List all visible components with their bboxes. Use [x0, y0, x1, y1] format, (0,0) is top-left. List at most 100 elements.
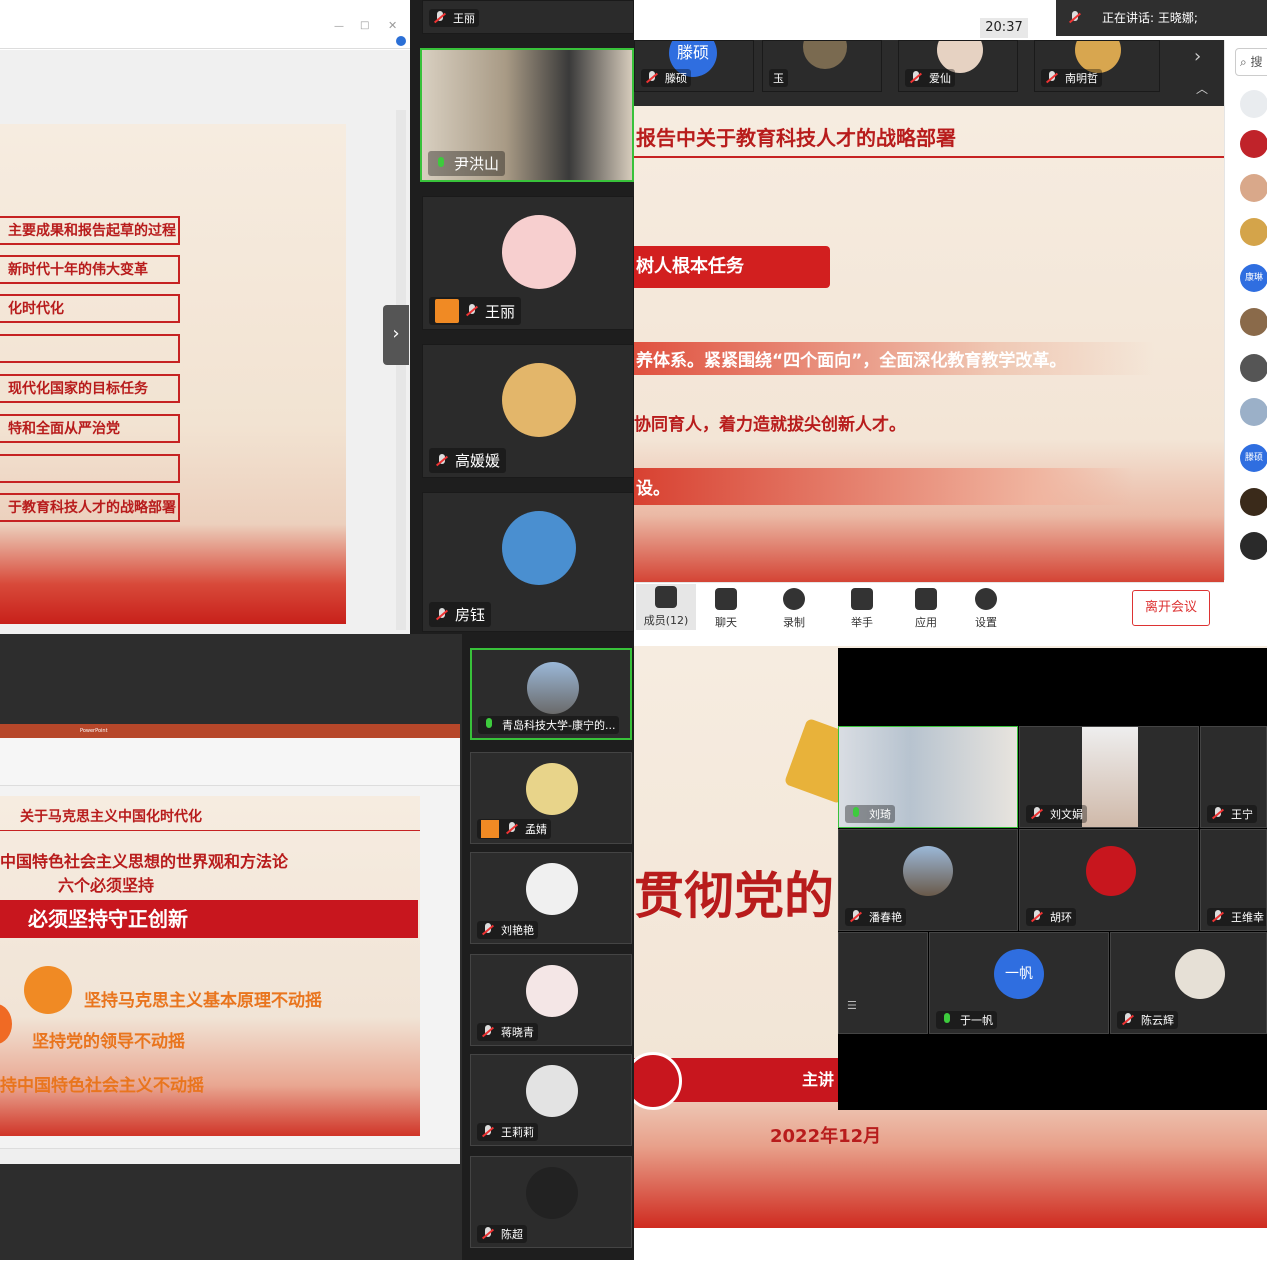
participant-tile[interactable]: 一帆 于一帆: [929, 932, 1109, 1034]
scrollbar[interactable]: [396, 110, 406, 630]
slide: 报告中关于教育科技人才的战略部署 树人根本任务 养体系。紧紧围绕“四个面向”，全…: [634, 106, 1224, 582]
avatar[interactable]: [1240, 354, 1267, 382]
chevron-right-icon[interactable]: ›: [1194, 46, 1201, 67]
participant-tile[interactable]: ☰: [838, 932, 928, 1034]
point-icon: [24, 966, 72, 1014]
avatar[interactable]: [1240, 90, 1267, 118]
title-underline: [634, 156, 1224, 158]
slide-title: 关于马克思主义中国化时代化: [20, 809, 202, 825]
avatar[interactable]: [1240, 218, 1267, 246]
avatar[interactable]: 滕硕: [1240, 444, 1267, 472]
settings-button[interactable]: 设置: [956, 586, 1016, 630]
slide-line: 养体系。紧紧围绕“四个面向”，全面深化教育教学改革。: [634, 342, 1154, 375]
apps-button[interactable]: 应用: [896, 586, 956, 630]
point-icon: [0, 1004, 12, 1044]
participant-tile[interactable]: 王宁: [1200, 726, 1267, 828]
participant-name: 刘艳艳: [501, 924, 534, 937]
participant-tile[interactable]: 刘文娟: [1019, 726, 1199, 828]
list-icon[interactable]: ☰: [847, 999, 857, 1012]
avatar[interactable]: [1240, 398, 1267, 426]
participant-tile[interactable]: 陈超: [470, 1156, 632, 1248]
mic-muted-icon: [1045, 71, 1059, 85]
thumb-tile[interactable]: 玉: [762, 40, 882, 92]
person-icon: [435, 299, 459, 323]
participant-name: 于一帆: [960, 1014, 993, 1027]
quadrant-bottom-right: 贯彻党的 主讲 2022年12月 刘琦 刘文娟 王宁 潘春艳 胡环 王维幸 ☰: [634, 634, 1267, 1267]
mic-muted-icon: [645, 71, 659, 85]
help-icon[interactable]: [396, 36, 406, 46]
participant-name: 蒋晓青: [501, 1026, 534, 1039]
record-button[interactable]: 录制: [764, 586, 824, 630]
participant-tile[interactable]: 孟婧: [470, 752, 632, 844]
avatar: [526, 763, 578, 815]
quadrant-top-right: 20:37 正在讲话: 王晓娜; 滕硕 滕硕 玉 爱仙 南明哲 › ︿ 报告中关…: [634, 0, 1267, 634]
participant-tile[interactable]: 王维幸: [1200, 829, 1267, 931]
mic-on-icon: [434, 156, 448, 171]
participant-tile-active[interactable]: 尹洪山: [420, 48, 634, 182]
thumb-tile[interactable]: 爱仙: [898, 40, 1018, 92]
slide-item: [0, 334, 180, 363]
speaking-indicator: 正在讲话: 王晓娜;: [1056, 0, 1267, 36]
mic-muted-icon: [481, 1125, 495, 1139]
avatar: [526, 965, 578, 1017]
avatar: [1086, 846, 1136, 896]
minimize-button[interactable]: —: [334, 21, 344, 32]
apps-icon: [915, 588, 937, 610]
avatar[interactable]: [1240, 488, 1267, 516]
mic-muted-icon: [849, 910, 863, 924]
participant-name: 房钰: [455, 606, 486, 624]
mic-muted-icon: [481, 923, 495, 937]
thumb-tile[interactable]: 南明哲: [1034, 40, 1160, 92]
participant-tile[interactable]: 王丽: [422, 196, 634, 330]
thumb-tile[interactable]: 滕硕 滕硕: [634, 40, 754, 92]
mic-muted-icon: [481, 1227, 495, 1241]
participant-tile[interactable]: 王丽: [422, 0, 634, 34]
avatar[interactable]: [1240, 532, 1267, 560]
slide-item: 主要成果和报告起草的过程: [0, 216, 180, 245]
mic-icon: [1068, 11, 1082, 25]
avatar[interactable]: [1240, 130, 1267, 158]
participant-tile-active[interactable]: 刘琦: [838, 726, 1018, 828]
people-icon: [655, 586, 677, 608]
gear-icon: [975, 588, 997, 610]
avatar: [803, 41, 847, 69]
raise-hand-button[interactable]: 举手: [832, 586, 892, 630]
avatar[interactable]: 康琳: [1240, 264, 1267, 292]
participant-tile[interactable]: 潘春艳: [838, 829, 1018, 931]
participant-tile[interactable]: 刘艳艳: [470, 852, 632, 944]
slide-item: 特和全面从严治党: [0, 414, 180, 443]
slide-line: 协同育人，着力造就拔尖创新人才。: [634, 415, 906, 435]
mic-muted-icon: [435, 453, 449, 468]
maximize-button[interactable]: □: [360, 20, 369, 31]
video-strip: 滕硕 滕硕 玉 爱仙 南明哲 › ︿: [634, 40, 1224, 106]
participant-tile[interactable]: 高媛媛: [422, 344, 634, 478]
window-titlebar: — □ ✕: [0, 17, 410, 49]
participant-tile[interactable]: 陈云辉: [1110, 932, 1267, 1034]
video-feed: [1082, 727, 1138, 827]
participant-name: 陈云辉: [1141, 1014, 1174, 1027]
participant-tile-active[interactable]: 青岛科技大学-康宁的...: [470, 648, 632, 740]
participant-name: 孟婧: [525, 823, 547, 836]
participant-name: 陈超: [501, 1228, 523, 1241]
participant-tile[interactable]: 房钰: [422, 492, 634, 632]
participant-tile[interactable]: 王莉莉: [470, 1054, 632, 1146]
close-button[interactable]: ✕: [388, 19, 397, 32]
participant-tile[interactable]: 蒋晓青: [470, 954, 632, 1046]
mic-muted-icon: [433, 11, 447, 25]
avatar[interactable]: [1240, 308, 1267, 336]
search-input[interactable]: ⌕ 搜: [1235, 48, 1267, 76]
avatar[interactable]: [1240, 174, 1267, 202]
mic-muted-icon: [505, 822, 519, 836]
presenter-label: 主讲: [802, 1070, 835, 1089]
panel-collapse-handle[interactable]: ›: [383, 305, 409, 365]
chevron-up-icon[interactable]: ︿: [1196, 80, 1208, 97]
chat-icon: [715, 588, 737, 610]
participant-tile[interactable]: 胡环: [1019, 829, 1199, 931]
leave-meeting-button[interactable]: 离开会议: [1132, 590, 1210, 626]
members-button[interactable]: 成员(12): [636, 584, 696, 630]
speaking-text: 正在讲话: 王晓娜;: [1102, 11, 1198, 25]
chat-button[interactable]: 聊天: [696, 586, 756, 630]
slide-point: 坚持党的领导不动摇: [32, 1032, 185, 1052]
mic-muted-icon: [435, 607, 449, 622]
quadrant-top-left: — □ ✕ 主要成果和报告起草的过程 新时代十年的伟大变革 化时代化 现代化国家…: [0, 0, 634, 634]
